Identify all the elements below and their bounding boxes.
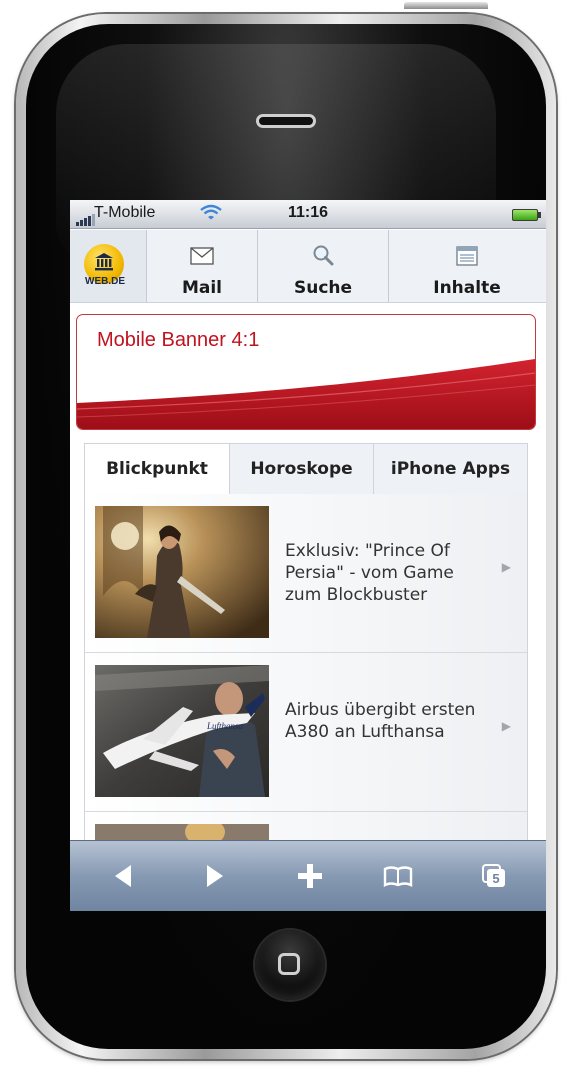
news-item[interactable]: Lufthansa Airbus übergibt ersten A380 an…	[85, 653, 527, 812]
add-bookmark-icon	[298, 864, 322, 888]
nav-tab-label: Mail	[181, 278, 223, 298]
phone-screen: T-Mobile 11:16 WEB.DE Mail Suche Inhalte…	[70, 200, 546, 911]
thumbnail-lufthansa-text: Lufthansa	[206, 721, 244, 731]
mail-icon	[147, 244, 257, 268]
add-bookmark-button[interactable]	[280, 841, 340, 911]
earpiece-speaker	[256, 114, 316, 128]
mobile-banner[interactable]: Mobile Banner 4:1	[76, 314, 536, 430]
pages-count: 5	[492, 871, 499, 886]
nav-tab-inhalte[interactable]: Inhalte	[389, 230, 545, 302]
nav-tab-mail[interactable]: Mail	[147, 230, 258, 302]
temple-icon	[95, 253, 113, 271]
tab-iphone-apps[interactable]: iPhone Apps	[374, 444, 527, 494]
nav-tab-label: Suche	[293, 278, 353, 298]
battery-icon	[512, 209, 541, 221]
bookmarks-button[interactable]	[368, 841, 428, 911]
portal-nav: WEB.DE Mail Suche Inhalte	[70, 230, 546, 303]
sleep-button[interactable]	[404, 2, 488, 9]
status-bar: T-Mobile 11:16	[70, 200, 546, 229]
forward-icon	[207, 865, 223, 887]
chevron-right-icon: ▶	[501, 719, 511, 733]
chevron-right-icon: ▶	[501, 560, 511, 574]
status-time: 11:16	[287, 204, 329, 221]
nav-tab-suche[interactable]: Suche	[258, 230, 389, 302]
content-tabs: Blickpunkt Horoskope iPhone Apps	[84, 443, 528, 495]
banner-text: Mobile Banner 4:1	[97, 329, 260, 351]
pages-button[interactable]: 5	[464, 841, 524, 911]
home-square-icon	[278, 953, 300, 975]
back-button[interactable]	[94, 841, 154, 911]
browser-toolbar: 5	[70, 840, 546, 911]
logo-text: WEB.DE	[85, 276, 125, 287]
news-item[interactable]: Exklusiv: "Prince Of Persia" - vom Game …	[85, 494, 527, 653]
tab-horoskope[interactable]: Horoskope	[230, 444, 374, 494]
bookmarks-icon	[383, 866, 413, 887]
nav-tab-label: Inhalte	[433, 278, 501, 298]
news-title: Exklusiv: "Prince Of Persia" - vom Game …	[285, 541, 454, 605]
webde-logo[interactable]: WEB.DE	[70, 230, 147, 302]
tab-blickpunkt[interactable]: Blickpunkt	[85, 444, 230, 494]
news-thumbnail-prince-of-persia	[95, 506, 269, 638]
banner-wave-graphic	[77, 359, 535, 429]
news-title: Airbus übergibt ersten A380 an Lufthansa	[285, 700, 476, 742]
forward-button[interactable]	[184, 841, 244, 911]
news-thumbnail-a380: Lufthansa	[95, 665, 269, 797]
pages-icon: 5	[482, 864, 505, 887]
search-icon	[258, 244, 388, 268]
back-icon	[115, 865, 131, 887]
contents-icon	[389, 244, 545, 268]
home-button[interactable]	[255, 930, 325, 1000]
